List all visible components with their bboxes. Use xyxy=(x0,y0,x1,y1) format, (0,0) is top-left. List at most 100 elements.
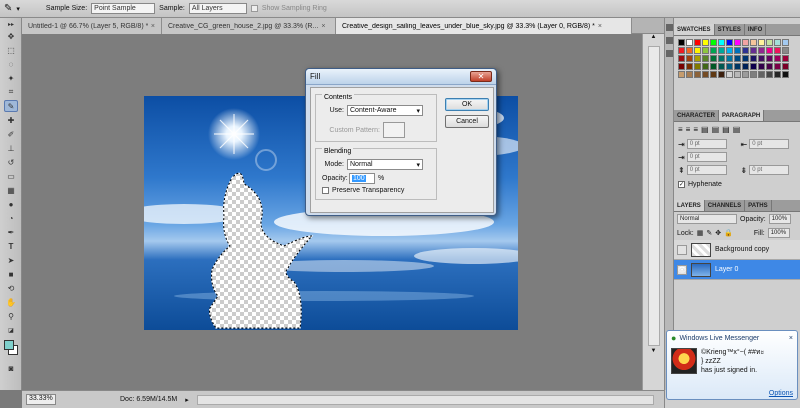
swatch[interactable] xyxy=(718,47,725,54)
space-before-field[interactable]: 0 pt xyxy=(686,165,727,175)
shape-tool-icon[interactable]: ■ xyxy=(4,268,18,280)
justify-last-right-icon[interactable]: ▤ xyxy=(722,125,730,134)
path-select-icon[interactable]: ➤ xyxy=(4,254,18,266)
justify-last-center-icon[interactable]: ▤ xyxy=(712,125,720,134)
options-link[interactable]: Options xyxy=(769,390,793,397)
swatch[interactable] xyxy=(718,63,725,70)
indent-right-field[interactable]: 0 pt xyxy=(749,139,790,149)
quick-select-tool-icon[interactable]: ✦ xyxy=(4,72,18,84)
lock-position-icon[interactable]: ✥ xyxy=(715,229,721,237)
close-icon[interactable]: ✕ xyxy=(470,71,492,82)
swatch[interactable] xyxy=(758,39,765,46)
swatch[interactable] xyxy=(686,63,693,70)
swatch[interactable] xyxy=(742,47,749,54)
swatch[interactable] xyxy=(766,55,773,62)
swatch[interactable] xyxy=(718,71,725,78)
default-colors-icon[interactable]: ◪ xyxy=(4,324,18,336)
use-select[interactable]: Content-Aware ▾ xyxy=(347,105,423,116)
swatch[interactable] xyxy=(694,55,701,62)
move-tool-icon[interactable]: ✥ xyxy=(4,30,18,42)
lasso-tool-icon[interactable]: ◌ xyxy=(4,58,18,70)
swatch[interactable] xyxy=(718,39,725,46)
swatch[interactable] xyxy=(774,63,781,70)
swatch[interactable] xyxy=(726,55,733,62)
indent-left-field[interactable]: 0 pt xyxy=(686,139,727,149)
crop-tool-icon[interactable]: ⌗ xyxy=(4,86,18,98)
swatch[interactable] xyxy=(710,71,717,78)
dock-icon-1[interactable] xyxy=(666,24,673,31)
pen-tool-icon[interactable]: ✒ xyxy=(4,226,18,238)
hand-tool-icon[interactable]: ✋ xyxy=(4,296,18,308)
scroll-thumb[interactable] xyxy=(647,46,660,346)
swatch[interactable] xyxy=(726,39,733,46)
swatch[interactable] xyxy=(710,39,717,46)
justify-all-icon[interactable]: ▤ xyxy=(733,125,741,134)
fill-field[interactable]: 100% xyxy=(767,228,790,238)
swatch[interactable] xyxy=(734,55,741,62)
swatch[interactable] xyxy=(734,39,741,46)
tool-preset-dropdown[interactable]: ▾ xyxy=(16,5,20,13)
tab-paragraph[interactable]: PARAGRAPH xyxy=(719,110,765,121)
brush-tool-icon[interactable]: ✐ xyxy=(4,128,18,140)
swatch[interactable] xyxy=(678,71,685,78)
swatch[interactable] xyxy=(678,47,685,54)
swatch[interactable] xyxy=(774,71,781,78)
opacity-field[interactable]: 100 xyxy=(349,173,375,184)
swatch[interactable] xyxy=(766,63,773,70)
swatch[interactable] xyxy=(750,47,757,54)
swatch[interactable] xyxy=(678,63,685,70)
preserve-checkbox[interactable] xyxy=(322,187,329,194)
show-ring-checkbox[interactable] xyxy=(250,5,258,12)
swatch[interactable] xyxy=(686,47,693,54)
swatch[interactable] xyxy=(702,47,709,54)
space-after-field[interactable]: 0 pt xyxy=(749,165,790,175)
swatch[interactable] xyxy=(774,55,781,62)
marquee-tool-icon[interactable]: ⬚ xyxy=(4,44,18,56)
clone-stamp-icon[interactable]: ⊥ xyxy=(4,142,18,154)
swatch[interactable] xyxy=(766,39,773,46)
tab-info[interactable]: INFO xyxy=(745,24,767,35)
swatch[interactable] xyxy=(782,47,789,54)
foreground-color[interactable] xyxy=(4,340,14,350)
tab-layers[interactable]: LAYERS xyxy=(674,200,705,211)
swatch[interactable] xyxy=(742,71,749,78)
swatch[interactable] xyxy=(702,63,709,70)
swatch[interactable] xyxy=(734,47,741,54)
eye-icon[interactable]: 👁 xyxy=(677,264,687,275)
justify-last-left-icon[interactable]: ▤ xyxy=(701,125,709,134)
tab-swatches[interactable]: SWATCHES xyxy=(674,24,715,35)
indent-first-field[interactable]: 0 pt xyxy=(686,152,727,162)
pattern-picker[interactable] xyxy=(383,122,405,138)
mode-select[interactable]: Normal ▾ xyxy=(347,159,423,170)
swatch[interactable] xyxy=(774,47,781,54)
swatch[interactable] xyxy=(710,63,717,70)
close-icon[interactable]: × xyxy=(598,23,602,30)
sample-select[interactable]: All Layers xyxy=(188,3,247,14)
swatch[interactable] xyxy=(758,47,765,54)
swatch[interactable] xyxy=(710,55,717,62)
swatch[interactable] xyxy=(702,55,709,62)
swatch[interactable] xyxy=(766,71,773,78)
swatch[interactable] xyxy=(686,71,693,78)
hyphenate-checkbox[interactable]: ✓ xyxy=(678,181,685,188)
ok-button[interactable]: OK xyxy=(445,98,489,111)
close-icon[interactable]: × xyxy=(151,23,155,30)
dock-icon-2[interactable] xyxy=(666,37,673,44)
swatch[interactable] xyxy=(726,71,733,78)
history-brush-icon[interactable]: ↺ xyxy=(4,156,18,168)
lock-image-icon[interactable]: ✎ xyxy=(706,229,712,237)
swatch[interactable] xyxy=(782,71,789,78)
layer-row-layer-0[interactable]: 👁 Layer 0 xyxy=(674,260,800,280)
zoom-level[interactable]: 33.33% xyxy=(26,394,56,405)
swatch[interactable] xyxy=(782,55,789,62)
dock-icon-3[interactable] xyxy=(666,50,673,57)
lock-transparent-icon[interactable]: ▦ xyxy=(697,229,704,237)
cancel-button[interactable]: Cancel xyxy=(445,115,489,128)
eyedropper-icon[interactable]: ✎ xyxy=(4,3,12,14)
align-center-icon[interactable]: ≡ xyxy=(686,125,691,134)
swatch[interactable] xyxy=(750,55,757,62)
swatch[interactable] xyxy=(750,71,757,78)
swatch[interactable] xyxy=(742,63,749,70)
color-swatches-icon[interactable] xyxy=(0,338,21,360)
tab-channels[interactable]: CHANNELS xyxy=(705,200,746,211)
